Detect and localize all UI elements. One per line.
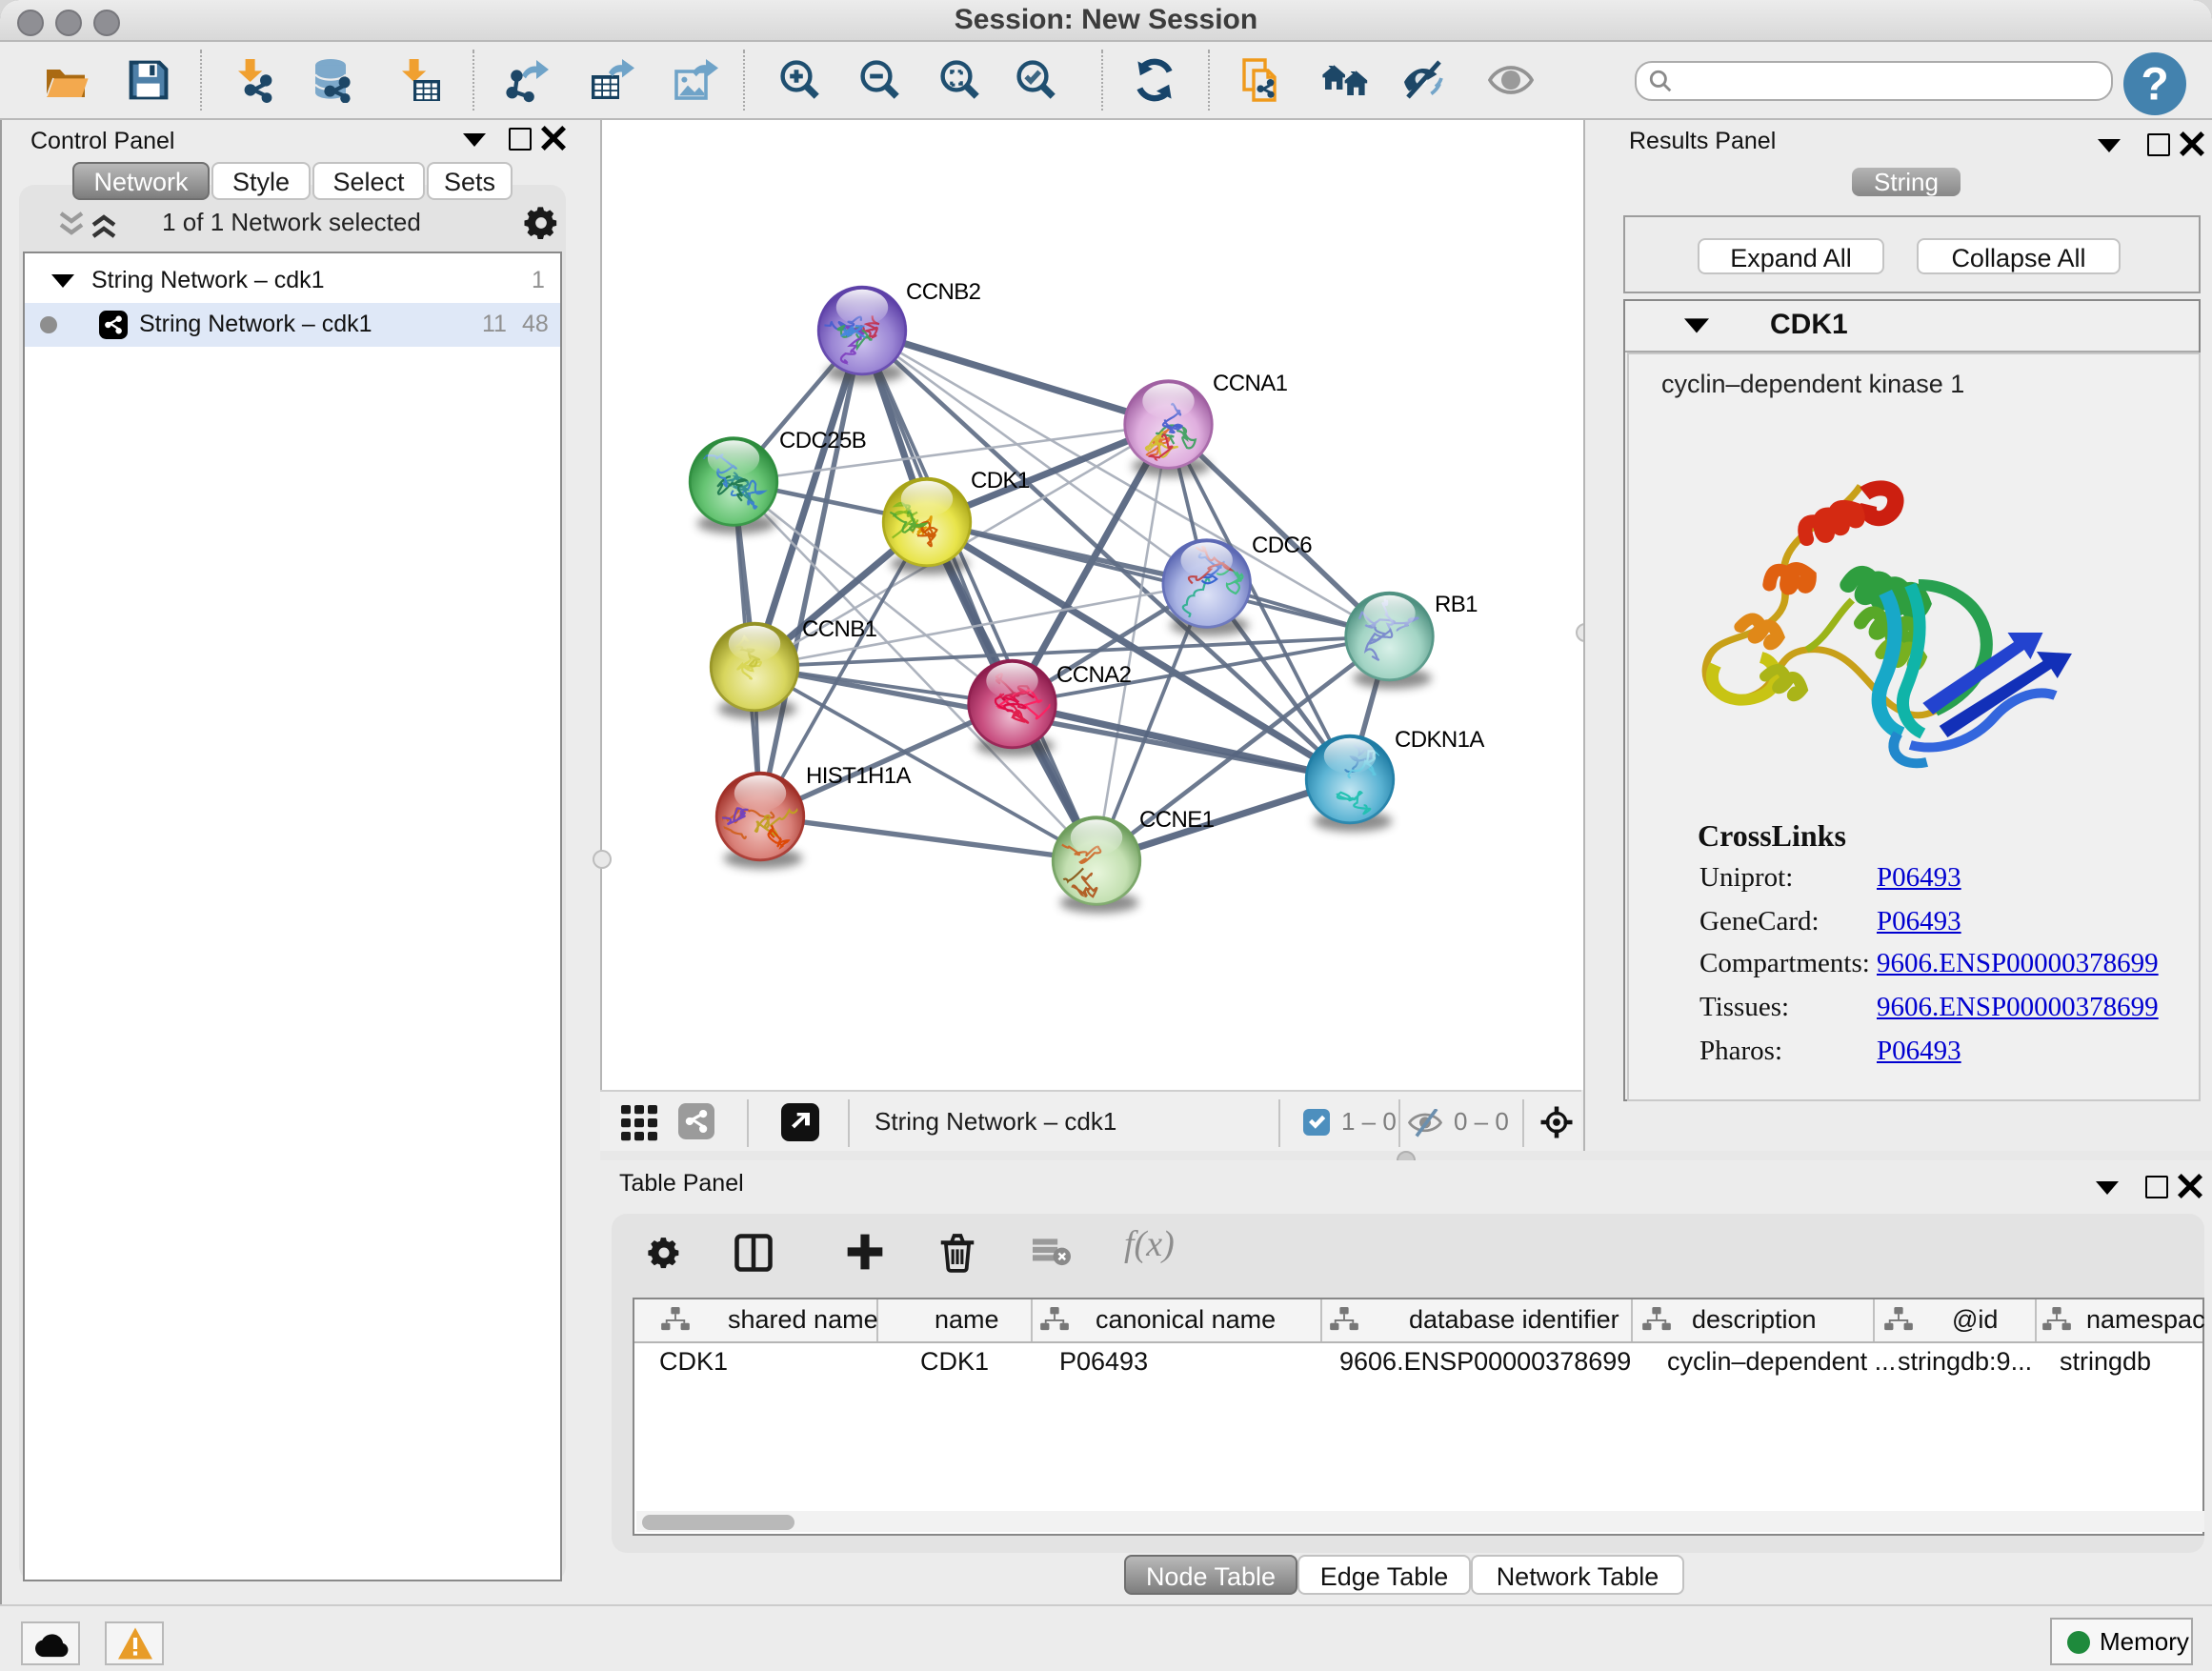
svg-text:?: ? (2140, 59, 2167, 110)
